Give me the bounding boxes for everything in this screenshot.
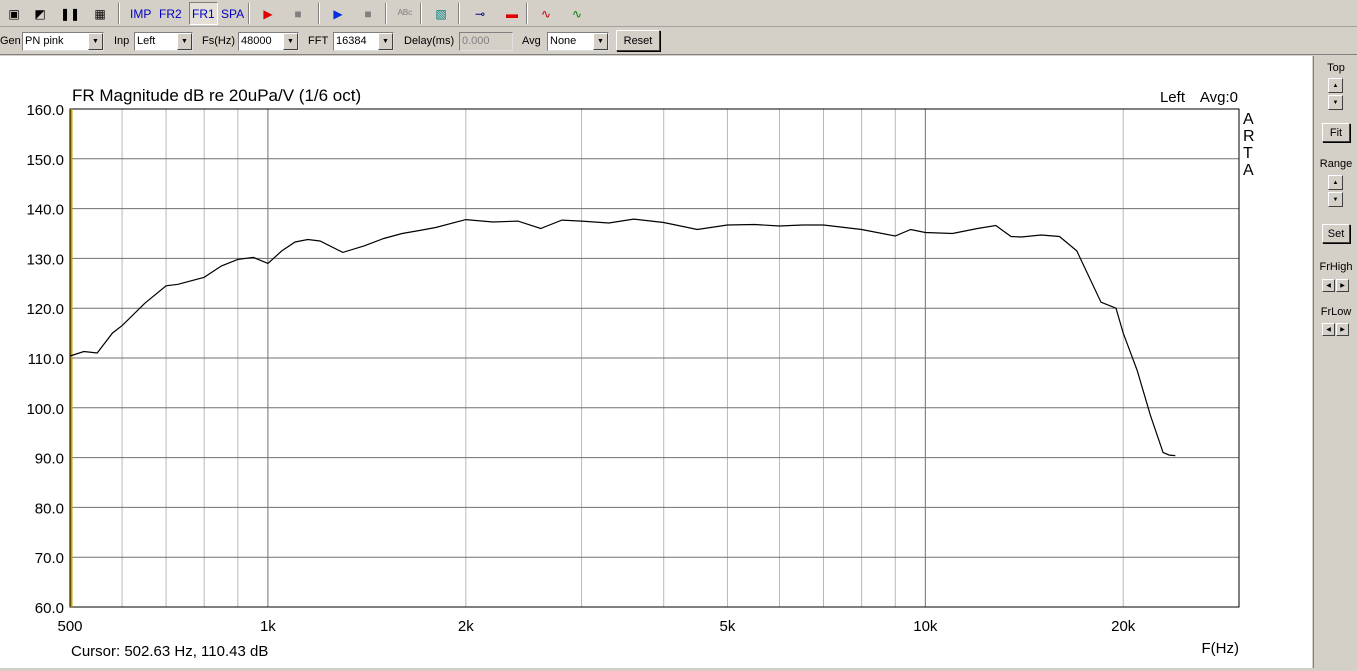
delay-field-value: 0.000 [462,35,490,47]
avg-select[interactable]: None ▼ [547,32,609,51]
cursor-readout: Cursor: 502.63 Hz, 110.43 dB [71,643,268,660]
imp-button[interactable]: IMP [128,2,153,25]
frlow-label: FrLow [1320,306,1352,318]
avg-label: Avg [522,35,541,47]
generator-icon[interactable]: ∿ [534,2,558,25]
chart-title: FR Magnitude dB re 20uPa/V (1/6 oct) [72,86,361,105]
y-tick-label: 70.0 [35,550,64,567]
x-tick-label: 500 [57,618,82,635]
top-up-button[interactable]: ▲ [1328,78,1343,93]
chevron-down-icon: ▼ [88,33,103,50]
delay-field[interactable]: 0.000 [459,32,513,51]
y-tick-label: 90.0 [35,451,64,468]
inp-select-value: Left [137,35,156,47]
y-tick-label: 100.0 [26,401,64,418]
fr1-button[interactable]: FR1 [189,2,218,25]
plot-area[interactable]: 160.0 150.0 140.0 130.0 120.0 110.0 100.0 90.0 8… [0,56,1312,668]
chevron-down-icon: ▼ [177,33,192,50]
reset-button[interactable]: Reset [616,30,660,51]
set-button[interactable]: Set [1322,224,1350,243]
gen-select[interactable]: PN pink ▼ [22,32,104,51]
delay-label: Delay(ms) [404,35,455,47]
measurement-controls: Gen PN pink ▼ Inp Left ▼ Fs(Hz) 48000 ▼ … [0,28,1357,55]
chevron-down-icon: ▼ [378,33,393,50]
watermark-letter: A [1243,111,1254,128]
x-axis-label: F(Hz) [1202,640,1240,657]
frlow-right-button[interactable]: ▶ [1336,323,1349,336]
frhigh-label: FrHigh [1319,261,1353,273]
frlow-left-button[interactable]: ◀ [1322,323,1335,336]
y-tick-label: 150.0 [26,152,64,169]
y-tick-label: 140.0 [26,202,64,219]
level-meter-icon[interactable]: ▬ [500,2,524,25]
toolbar-separator [248,3,250,24]
toolbar-separator [420,3,422,24]
y-tick-label: 60.0 [35,600,64,617]
avg-label: Avg:0 [1200,89,1238,106]
grid-icon[interactable]: ▦ [88,2,112,25]
stop-icon[interactable]: ■ [286,2,310,25]
scale-panel: Top ▲ ▼ Fit Range ▲ ▼ Set FrHigh ◀ ▶ FrL… [1313,56,1357,668]
y-tick-label: 80.0 [35,500,64,517]
frhigh-left-button[interactable]: ◀ [1322,279,1335,292]
fs-select-value: 48000 [241,35,272,47]
inp-select[interactable]: Left ▼ [134,32,193,51]
y-tick-label: 130.0 [26,251,64,268]
channel-label: Left [1160,89,1186,106]
frhigh-right-button[interactable]: ▶ [1336,279,1349,292]
range-up-button[interactable]: ▲ [1328,175,1343,190]
fft-select[interactable]: 16384 ▼ [333,32,394,51]
x-tick-label: 10k [913,618,938,635]
y-tick-label: 110.0 [28,351,64,368]
fft-label: FFT [308,35,329,47]
probe-icon[interactable]: ⊸ [468,2,492,25]
pause-icon[interactable]: ❚❚ [58,2,82,25]
x-tick-label: 20k [1111,618,1136,635]
toolbar-separator [318,3,320,24]
x-tick-label: 1k [260,618,276,635]
gen-select-value: PN pink [25,35,64,47]
frequency-response-chart: 160.0 150.0 140.0 130.0 120.0 110.0 100.0 90.0 8… [26,86,1255,660]
spa-button[interactable]: SPA [219,2,246,25]
top-label: Top [1327,62,1345,74]
fs-label: Fs(Hz) [202,35,235,47]
toolbar-separator [118,3,120,24]
top-down-button[interactable]: ▼ [1328,95,1343,110]
watermark-letter: T [1243,145,1253,162]
x-tick-label: 5k [720,618,736,635]
abc-icon[interactable]: ᴬᴮᶜ [393,2,417,25]
range-down-button[interactable]: ▼ [1328,192,1343,207]
chevron-down-icon: ▼ [593,33,608,50]
gen-label: Gen [0,35,21,47]
stop2-icon[interactable]: ■ [356,2,380,25]
play-blue-icon[interactable]: ▶ [326,2,350,25]
fs-select[interactable]: 48000 ▼ [238,32,299,51]
fft-select-value: 16384 [336,35,367,47]
chevron-down-icon: ▼ [283,33,298,50]
save-icon[interactable]: ◩ [28,2,52,25]
y-tick-label: 120.0 [26,301,64,318]
avg-select-value: None [550,35,577,47]
y-tick-label: 160.0 [26,102,64,119]
open-icon[interactable]: ▣ [2,2,26,25]
scope-icon[interactable]: ∿ [565,2,589,25]
watermark-letter: R [1243,128,1255,145]
x-tick-label: 2k [458,618,474,635]
calibrate-icon[interactable]: ▧ [429,2,453,25]
fr2-button[interactable]: FR2 [157,2,184,25]
fit-button[interactable]: Fit [1322,123,1350,142]
watermark-letter: A [1243,162,1254,179]
inp-label: Inp [114,35,130,47]
toolbar-separator [385,3,387,24]
range-label: Range [1319,158,1353,170]
toolbar-separator [526,3,528,24]
main-toolbar: ▣ ◩ ❚❚ ▦ IMP FR2 FR1 SPA ▶ ■ ▶ ■ ᴬᴮᶜ ▧ ⊸ ▬ ∿ ∿ [0,0,1357,27]
toolbar-separator [458,3,460,24]
record-red-icon[interactable]: ▶ [256,2,280,25]
